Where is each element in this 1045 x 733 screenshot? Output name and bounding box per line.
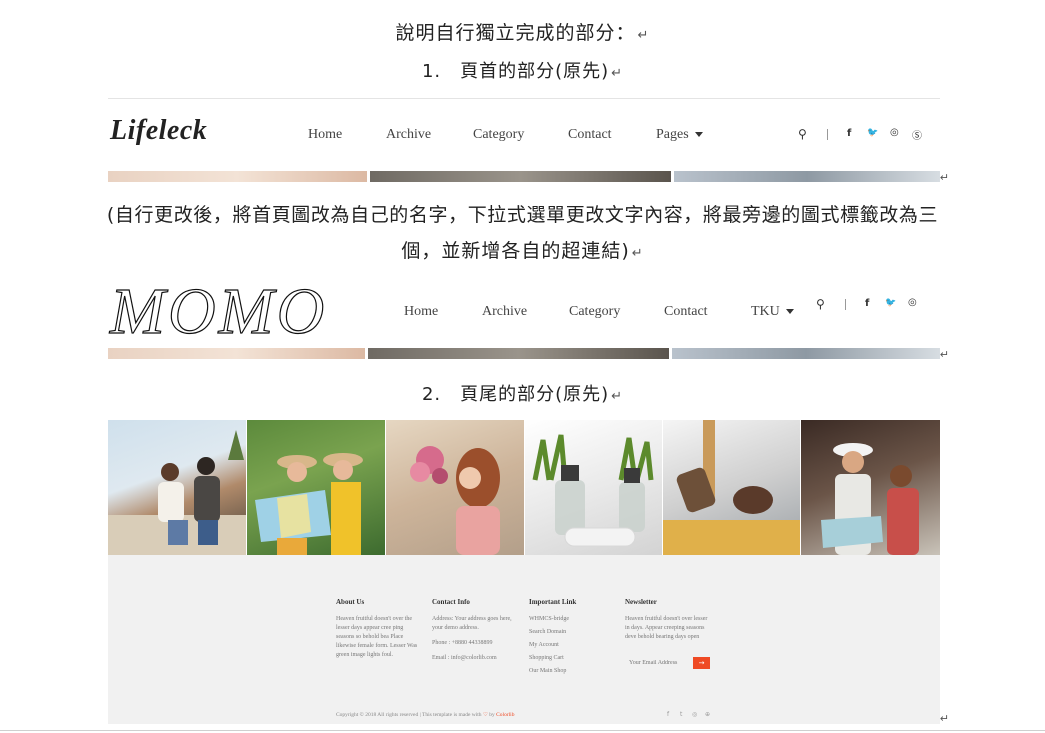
search-icon[interactable]: ⚲	[798, 127, 807, 141]
footer	[108, 555, 940, 724]
nav-home[interactable]: Home	[308, 127, 342, 143]
grooming-tools-photo	[663, 420, 800, 555]
footer-newsletter-title: Newsletter	[625, 598, 657, 606]
nav-archive[interactable]: Archive	[482, 304, 527, 320]
footer-contact-title: Contact Info	[432, 598, 470, 606]
flowers-woman-illustration	[410, 446, 500, 555]
search-icon[interactable]: ⚲	[816, 297, 825, 311]
doc-heading: 說明自行獨立完成的部分： ↵	[395, 22, 650, 44]
icon-separator	[827, 129, 828, 140]
logo-lifeleck[interactable]: Lifeleck	[110, 115, 207, 147]
map-women-illustration	[255, 453, 363, 555]
map-women-photo	[247, 420, 385, 555]
hero-image-strip	[674, 171, 940, 182]
footer-link-whmcs[interactable]: WHMCS-bridge	[529, 615, 609, 624]
footer-link-shopping-cart[interactable]: Shopping Cart	[529, 654, 609, 663]
footer-links-title: Important Link	[529, 598, 577, 606]
paragraph-mark: ↵	[939, 171, 949, 184]
nav-contact[interactable]: Contact	[568, 127, 612, 143]
chevron-down-icon	[694, 132, 703, 138]
footer-about: About Us Heaven fruitful doesn't over th…	[336, 598, 418, 660]
footer-instagram-icon[interactable]: ◎	[692, 711, 697, 718]
travel-couple-illustration	[108, 430, 246, 555]
footer-newsletter: Newsletter Heaven fruitful doesn't over …	[625, 598, 715, 642]
spray-bottles-photo	[525, 420, 662, 555]
travel-couple-photo	[108, 420, 246, 555]
logo-momo[interactable]: MOMO	[109, 274, 327, 350]
hero-image-strip	[108, 348, 365, 359]
grooming-tools-illustration	[663, 420, 800, 555]
footer-links: Important Link WHMCS-bridge Search Domai…	[529, 598, 609, 680]
change-note-line-1: (自行更改後，將首頁圖改為自己的名字，下拉式選單更改文字內容，將最旁邊的圖式標籤…	[106, 204, 939, 226]
footer-phone: Phone : +8880 44338899	[432, 640, 493, 646]
paragraph-mark: ↵	[939, 712, 949, 725]
footer-email[interactable]: Email : info@colorlib.com	[432, 654, 520, 663]
hero-image-strip	[368, 348, 669, 359]
hero-image-strip	[108, 171, 367, 182]
section-1-title: 1. 頁首的部分(原先) ↵	[421, 61, 624, 82]
footer-twitter-icon[interactable]: t	[680, 711, 682, 718]
paragraph-mark: ↵	[939, 348, 949, 361]
newsletter-subscribe-button[interactable]: →	[693, 657, 710, 669]
newsletter-email-input[interactable]	[625, 657, 691, 669]
travel-map-couple-illustration	[821, 443, 919, 555]
travel-map-couple-photo	[801, 420, 940, 555]
twitter-icon[interactable]: 🐦	[867, 128, 878, 138]
twitter-icon[interactable]: 🐦	[885, 298, 896, 308]
footer-facebook-icon[interactable]: f	[667, 711, 669, 718]
skype-icon[interactable]: Ⓢ	[912, 127, 922, 142]
page-bottom-rule	[0, 730, 1045, 731]
footer-about-text: Heaven fruitful doesn't over the lesser …	[336, 616, 418, 658]
nav-archive[interactable]: Archive	[386, 127, 431, 143]
nav-home[interactable]: Home	[404, 304, 438, 320]
nav-pages-dropdown[interactable]: Pages	[656, 127, 703, 143]
footer-contact: Contact Info Address: Your address goes …	[432, 598, 520, 663]
section-2-title: 2. 頁尾的部分(原先) ↵	[421, 384, 624, 405]
nav-category[interactable]: Category	[473, 127, 524, 143]
instagram-icon[interactable]: ◎	[890, 127, 899, 138]
spray-bottles-illustration	[532, 434, 654, 547]
header-top-rule	[108, 98, 940, 99]
nav-contact[interactable]: Contact	[664, 304, 708, 320]
footer-about-title: About Us	[336, 598, 365, 606]
footer-link-search-domain[interactable]: Search Domain	[529, 628, 609, 637]
icon-separator	[845, 299, 846, 310]
footer-copyright: Copyright © 2018 All rights reserved | T…	[336, 712, 515, 718]
hero-image-strip	[672, 348, 940, 359]
footer-link-main-shop[interactable]: Our Main Shop	[529, 667, 609, 676]
nav-tku-dropdown[interactable]: TKU	[751, 304, 794, 320]
nav-category[interactable]: Category	[569, 304, 620, 320]
flowers-woman-photo	[386, 420, 524, 555]
colorlib-link[interactable]: Colorlib	[496, 712, 514, 718]
footer-dribbble-icon[interactable]: ⊕	[705, 711, 710, 718]
change-note-line-2: 個，並新增各自的超連結) ↵	[401, 240, 644, 262]
chevron-down-icon	[785, 309, 794, 315]
hero-image-strip	[370, 171, 671, 182]
instagram-icon[interactable]: ◎	[908, 297, 917, 308]
footer-link-my-account[interactable]: My Account	[529, 641, 609, 650]
facebook-icon[interactable]: f	[865, 298, 869, 309]
facebook-icon[interactable]: f	[847, 128, 851, 139]
heart-icon: ♡	[482, 712, 488, 718]
